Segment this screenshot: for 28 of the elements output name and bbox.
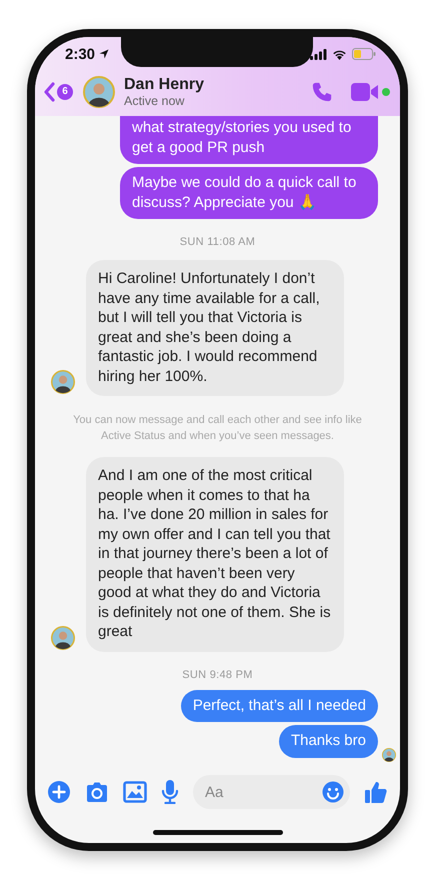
timestamp: SUN 9:48 PM	[181, 668, 254, 680]
signal-icon	[310, 48, 327, 60]
add-icon[interactable]	[47, 780, 71, 804]
camera-icon[interactable]	[85, 781, 109, 803]
received-message: Hi Caroline! Unfortunately I don’t have any time available for a call, but I will tell you that Victoria is great and she’s been doing a fantastic job. I would recommend hiring her 100%.	[86, 260, 344, 396]
emoji-icon[interactable]	[322, 781, 344, 803]
avatar-icon[interactable]	[83, 76, 115, 108]
sent-message: Perfect, that’s all I needed	[180, 690, 378, 722]
back-chevron-icon[interactable]	[43, 82, 55, 102]
microphone-icon[interactable]	[161, 780, 179, 804]
timestamp: SUN 11:08 AM	[178, 236, 256, 248]
unread-badge: 6	[57, 84, 73, 100]
video-call-icon[interactable]	[351, 82, 379, 102]
location-arrow-icon	[99, 49, 110, 59]
status-time: 2:30	[65, 46, 96, 62]
thumbs-up-icon[interactable]	[364, 780, 388, 804]
sent-message: Thanks bro	[278, 725, 378, 758]
sent-message: what strategy/stories you used to get a good PR push	[120, 116, 378, 164]
received-message: And I am one of the most critical people when it comes to that ha ha. I’ve done 20 million in sales for my own offer and I can tell you that in that journey there’s been a lot of people that haven’t been very good at what they do and Victoria is definitely not one of them. She is great	[86, 457, 344, 652]
sent-message: Maybe we could do a quick call to discuss? Appreciate you 🙏	[120, 167, 378, 219]
message-input[interactable]: Aa	[193, 775, 350, 809]
contact-name: Dan Henry	[124, 76, 204, 94]
system-notice: You can now message and call each other and see info like Active Status and when you’ve seen messages.	[72, 413, 363, 444]
back-button[interactable]: 6	[43, 82, 73, 102]
battery-icon	[352, 48, 376, 60]
active-status: Active now	[124, 94, 186, 108]
image-icon[interactable]	[123, 781, 147, 803]
wifi-icon	[332, 48, 347, 60]
